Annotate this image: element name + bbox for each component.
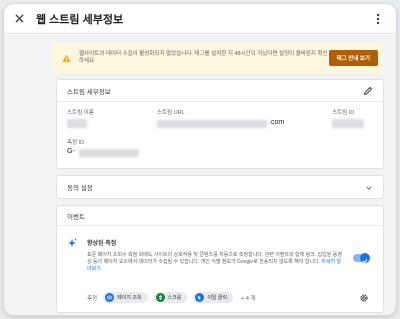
data-collection-alert: 웹사이트의 데이터 수집이 활성화되지 않았습니다. 태그를 설치한 지 48시… <box>52 43 384 73</box>
more-vert-icon <box>376 13 380 25</box>
stream-name-redacted <box>67 119 87 128</box>
stream-details-card: 스트림 세부정보 스트림 이름 스트림 URL .com 스트림 ID 측정 I… <box>56 79 384 169</box>
measured-events-row: 측정 페이지 조회 스크롤 이탈 클릭 + 4 개 <box>87 292 256 303</box>
edit-pencil-icon[interactable] <box>363 86 373 96</box>
dialog-header: 웹 스트림 세부정보 <box>4 4 396 34</box>
chip-label: 스크롤 <box>167 295 182 301</box>
enhanced-measurement-description: 표준 페이지 조회수 측정 외에도 사이트의 상호작용 및 콘텐츠를 자동으로 … <box>87 252 343 273</box>
enhanced-measurement-toggle[interactable] <box>353 253 370 264</box>
description-text: 표준 페이지 조회수 측정 외에도 사이트의 상호작용 및 콘텐츠를 자동으로 … <box>87 252 343 265</box>
close-icon <box>14 14 24 23</box>
more-events-count: + 4 개 <box>241 295 256 302</box>
view-tag-instructions-button[interactable]: 태그 안내 보기 <box>328 50 378 66</box>
warning-icon <box>62 53 71 62</box>
scroll-icon <box>155 293 165 302</box>
measuring-label: 측정 <box>87 295 98 302</box>
consent-settings-title: 동의 설정 <box>67 185 93 192</box>
stream-id-redacted <box>332 119 364 128</box>
measurement-id-value: G- <box>67 148 75 155</box>
web-stream-details-dialog: 웹 스트림 세부정보 웹사이트의 데이터 수집이 활성화되지 않았습니다. 태그… <box>4 4 396 315</box>
close-button[interactable] <box>4 4 34 34</box>
sparkle-icon <box>68 238 77 247</box>
measurement-id-label: 측정 ID <box>67 140 85 146</box>
check-icon <box>362 259 368 264</box>
stream-name-label: 스트림 이름 <box>67 110 94 116</box>
stream-url-label: 스트림 URL <box>157 110 185 116</box>
events-card: 이벤트 향상된 측정 표준 페이지 조회수 측정 외에도 사이트의 상호작용 및… <box>56 205 384 313</box>
stream-id-label: 스트림 ID <box>332 110 355 116</box>
event-chip: 페이지 조회 <box>103 292 148 303</box>
stream-details-title: 스트림 세부정보 <box>67 88 111 96</box>
chevron-down-icon <box>366 186 372 190</box>
enhanced-measurement-section: 향상된 측정 표준 페이지 조회수 측정 외에도 사이트의 상호작용 및 콘텐츠… <box>57 226 383 314</box>
events-header: 이벤트 <box>57 206 383 226</box>
stream-url-value: .com <box>269 119 285 126</box>
more-options-button[interactable] <box>370 11 386 27</box>
toggle-thumb <box>360 253 370 264</box>
gear-icon[interactable] <box>359 293 369 303</box>
stream-details-body: 스트림 이름 스트림 URL .com 스트림 ID 측정 ID G- <box>57 102 383 168</box>
stream-url-redacted <box>157 120 267 128</box>
eye-icon <box>105 293 115 302</box>
dialog-title: 웹 스트림 세부정보 <box>36 13 124 26</box>
dialog-content: 웹사이트의 데이터 수집이 활성화되지 않았습니다. 태그를 설치한 지 48시… <box>4 35 396 315</box>
chip-label: 페이지 조회 <box>117 295 142 301</box>
enhanced-measurement-title: 향상된 측정 <box>87 241 117 247</box>
event-chip: 스크롤 <box>153 292 188 303</box>
event-chip: 이탈 클릭 <box>193 292 234 303</box>
events-title: 이벤트 <box>67 213 85 221</box>
consent-settings-card[interactable]: 동의 설정 <box>56 175 384 199</box>
measurement-id-redacted <box>79 149 139 157</box>
alert-message: 웹사이트의 데이터 수집이 활성화되지 않았습니다. 태그를 설치한 지 48시… <box>79 51 328 64</box>
stream-details-header: 스트림 세부정보 <box>57 80 383 102</box>
cursor-icon <box>195 293 205 302</box>
chip-label: 이탈 클릭 <box>207 295 228 301</box>
